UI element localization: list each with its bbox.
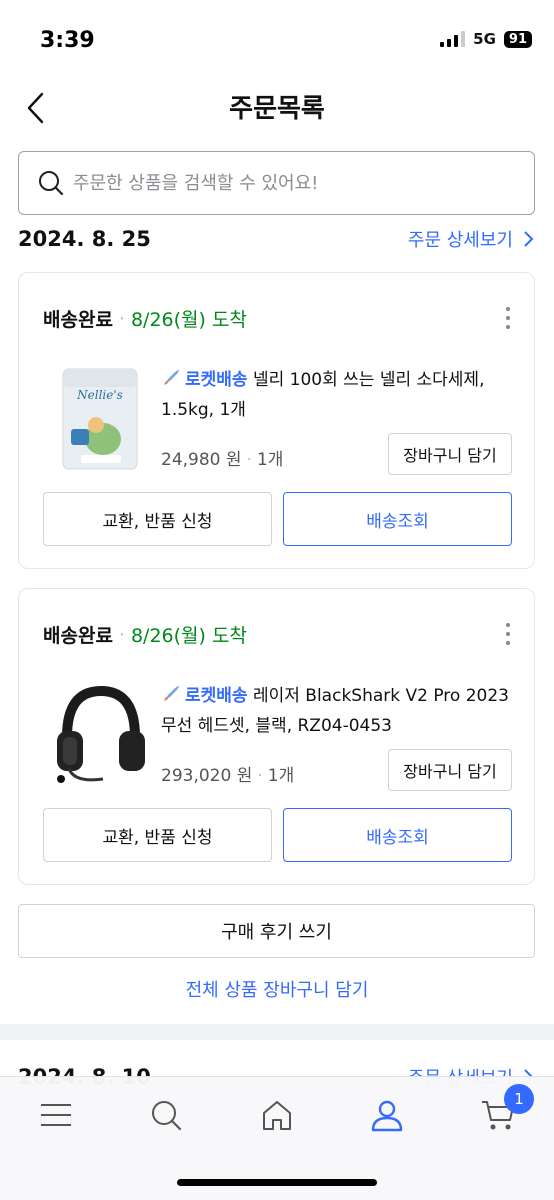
- status-label: 배송완료: [43, 309, 113, 331]
- chevron-right-icon: [524, 231, 534, 247]
- search-icon: [39, 171, 64, 196]
- product-image-detergent[interactable]: Nellie's: [41, 359, 159, 477]
- home-icon: [263, 1101, 291, 1130]
- order-date-row: 2024. 8. 25 주문 상세보기: [18, 224, 535, 254]
- delivery-status: 배송완료 · 8/26(월) 도착: [43, 621, 247, 648]
- network-type: 5G: [473, 30, 496, 48]
- svg-text:Nellie's: Nellie's: [76, 388, 123, 402]
- order-item-card: 배송완료 · 8/26(월) 도착 Nellie's 로켓배송 넬리 100회 …: [18, 272, 535, 569]
- track-delivery-button[interactable]: 배송조회: [283, 808, 512, 862]
- price-row: 293,020 원 · 1개: [161, 766, 295, 786]
- product-price: 293,020 원: [161, 766, 253, 786]
- cart-count-badge: 1: [504, 1084, 534, 1114]
- battery-indicator: 91: [503, 30, 532, 48]
- more-options-button[interactable]: [498, 619, 518, 649]
- nav-search[interactable]: [144, 1093, 188, 1137]
- track-delivery-button[interactable]: 배송조회: [283, 492, 512, 546]
- exchange-return-button[interactable]: 교환, 반품 신청: [43, 808, 272, 862]
- product-title[interactable]: 로켓배송 레이저 BlackShark V2 Pro 2023 무선 헤드셋, …: [161, 681, 521, 741]
- section-divider: [0, 1024, 554, 1040]
- menu-icon: [41, 1104, 71, 1126]
- price-row: 24,980 원 · 1개: [161, 450, 284, 470]
- rocket-icon: [164, 370, 179, 385]
- product-info: 로켓배송 레이저 BlackShark V2 Pro 2023 무선 헤드셋, …: [161, 681, 521, 741]
- rocket-delivery-label: 로켓배송: [185, 370, 248, 390]
- page-title: 주문목록: [229, 94, 325, 124]
- product-price: 24,980 원: [161, 450, 242, 470]
- write-review-button[interactable]: 구매 후기 쓰기: [18, 904, 535, 958]
- product-quantity: 1개: [267, 766, 295, 786]
- rocket-delivery-label: 로켓배송: [185, 686, 248, 706]
- status-bar: 3:39 5G 91: [0, 0, 554, 80]
- product-quantity: 1개: [256, 450, 284, 470]
- home-indicator: [177, 1179, 377, 1186]
- status-time: 3:39: [40, 28, 95, 53]
- arrival-date: 8/26(월) 도착: [130, 625, 247, 647]
- search-icon: [152, 1101, 182, 1131]
- rocket-icon: [164, 686, 179, 701]
- page-header: 주문목록: [0, 80, 554, 140]
- status-label: 배송완료: [43, 625, 113, 647]
- signal-icon: [440, 31, 466, 47]
- product-image-headset[interactable]: [41, 675, 159, 793]
- product-info: 로켓배송 넬리 100회 쓰는 넬리 소다세제, 1.5kg, 1개: [161, 365, 521, 425]
- order-search-box[interactable]: [18, 151, 535, 215]
- order-detail-link[interactable]: 주문 상세보기: [408, 226, 535, 252]
- add-to-cart-button[interactable]: 장바구니 담기: [388, 749, 512, 791]
- status-indicators: 5G 91: [440, 30, 532, 48]
- exchange-return-button[interactable]: 교환, 반품 신청: [43, 492, 272, 546]
- add-to-cart-button[interactable]: 장바구니 담기: [388, 433, 512, 475]
- arrival-date: 8/26(월) 도착: [130, 309, 247, 331]
- search-input[interactable]: [73, 172, 513, 194]
- more-options-button[interactable]: [498, 303, 518, 333]
- delivery-status: 배송완료 · 8/26(월) 도착: [43, 305, 247, 332]
- add-all-to-cart-link[interactable]: 전체 상품 장바구니 담기: [0, 976, 554, 1002]
- order-date: 2024. 8. 25: [18, 227, 151, 251]
- order-item-card: 배송완료 · 8/26(월) 도착 로켓배송 레이저 BlackShark V2…: [18, 588, 535, 885]
- nav-my-account[interactable]: [365, 1093, 409, 1137]
- user-icon: [371, 1100, 403, 1132]
- product-title[interactable]: 로켓배송 넬리 100회 쓰는 넬리 소다세제, 1.5kg, 1개: [161, 365, 521, 425]
- order-detail-label: 주문 상세보기: [407, 230, 513, 251]
- nav-menu[interactable]: [34, 1093, 78, 1137]
- nav-home[interactable]: [255, 1093, 299, 1137]
